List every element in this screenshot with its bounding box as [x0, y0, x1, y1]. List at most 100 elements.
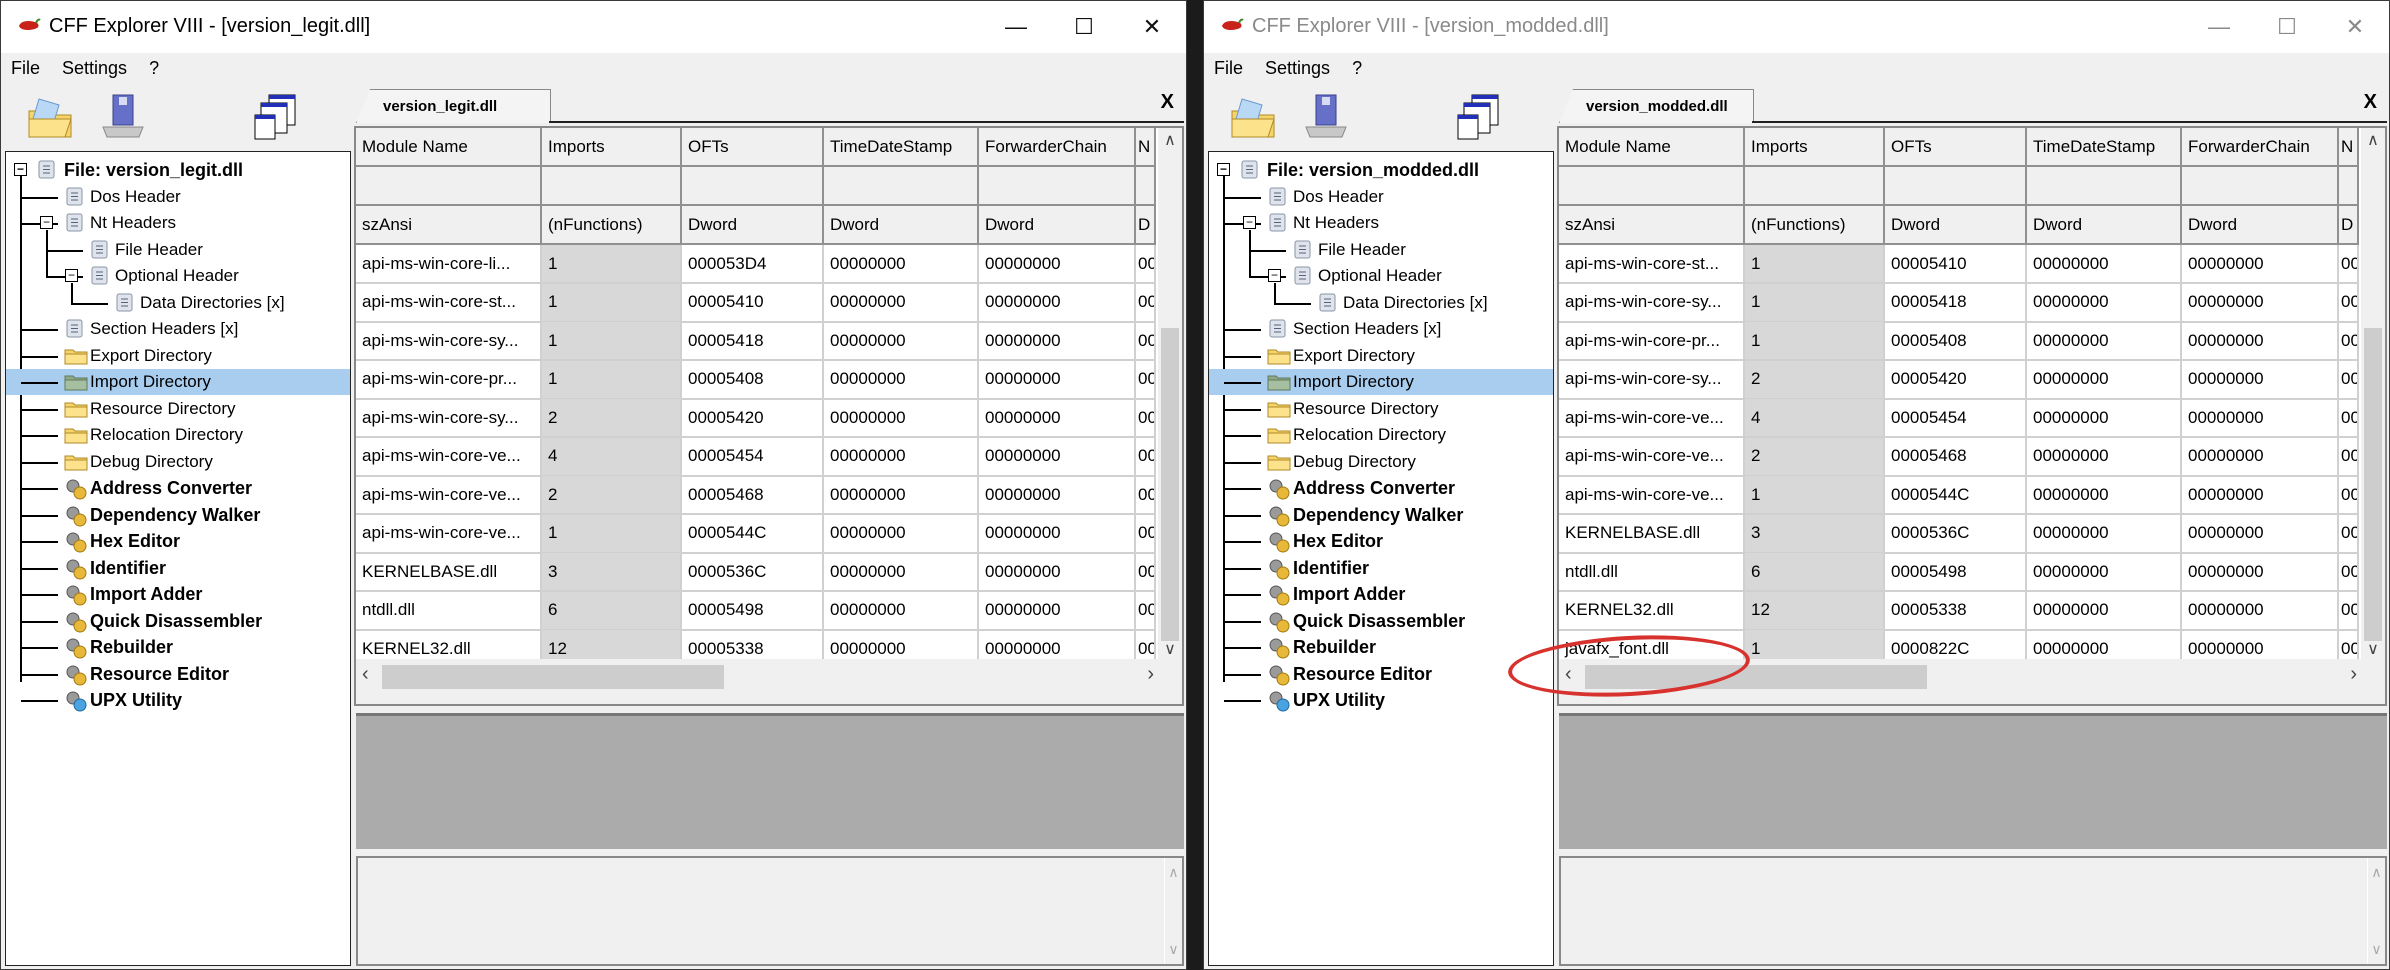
scroll-right-icon[interactable]: ›: [2350, 663, 2357, 686]
collapse-icon[interactable]: −: [40, 216, 53, 229]
scroll-thumb[interactable]: [2364, 328, 2382, 641]
title-bar[interactable]: CFF Explorer VIII - [version_legit.dll] …: [1, 1, 1186, 53]
table-cell[interactable]: 2: [1745, 437, 1885, 477]
table-row[interactable]: api-ms-win-core-li... 1 000053D4 00000000 00…: [356, 245, 1156, 284]
table-cell[interactable]: 4: [542, 437, 682, 477]
table-row[interactable]: api-ms-win-core-pr... 1 00005408 00000000 00…: [1559, 322, 2359, 361]
table-cell[interactable]: KERNEL32.dll: [1559, 591, 1745, 631]
column-header[interactable]: OFTs: [682, 128, 824, 167]
table-cell[interactable]: ntdll.dll: [1559, 553, 1745, 592]
vertical-scrollbar[interactable]: ∧ ∨: [2361, 128, 2385, 661]
open-file-button[interactable]: [25, 91, 77, 143]
table-row[interactable]: api-ms-win-core-ve... 2 00005468 00000000 00…: [1559, 437, 2359, 477]
navigation-tree[interactable]: − File: version_modded.dll Dos Header Nt…: [1208, 151, 1554, 966]
close-button[interactable]: ✕: [2321, 1, 2389, 53]
table-row[interactable]: api-ms-win-core-st... 1 00005410 00000000 00…: [1559, 245, 2359, 284]
table-cell[interactable]: 00000000: [979, 437, 1136, 477]
table-row[interactable]: KERNELBASE.dll 3 0000536C 00000000 00000000 0…: [356, 553, 1156, 592]
table-row[interactable]: KERNELBASE.dll 3 0000536C 00000000 00000000 0…: [1559, 514, 2359, 554]
table-cell[interactable]: 00000000: [2027, 514, 2182, 554]
table-cell[interactable]: 00000000: [824, 553, 979, 592]
table-cell[interactable]: 0000536C: [1885, 514, 2027, 554]
table-cell[interactable]: 00005418: [682, 322, 824, 361]
table-cell[interactable]: 00: [1136, 283, 1156, 323]
table-cell[interactable]: 00000000: [824, 322, 979, 361]
menu-item-settings[interactable]: Settings: [1265, 58, 1330, 79]
table-cell[interactable]: 1: [542, 245, 682, 284]
windows-button[interactable]: [249, 91, 301, 143]
vertical-scrollbar[interactable]: ∧ ∨: [1164, 858, 1182, 964]
document-tab[interactable]: version_modded.dll: [1559, 89, 1754, 123]
table-cell[interactable]: 00000000: [979, 245, 1136, 284]
table-cell[interactable]: 00: [1136, 322, 1156, 361]
table-cell[interactable]: 6: [1745, 553, 1885, 592]
table-row[interactable]: api-ms-win-core-ve... 2 00005468 00000000 00…: [356, 476, 1156, 515]
minimize-button[interactable]: —: [982, 1, 1050, 53]
table-cell[interactable]: api-ms-win-core-sy...: [356, 322, 542, 361]
table-cell[interactable]: 1: [1745, 283, 1885, 323]
table-cell[interactable]: api-ms-win-core-pr...: [1559, 322, 1745, 361]
table-cell[interactable]: 00005420: [1885, 360, 2027, 400]
maximize-button[interactable]: ☐: [1050, 1, 1118, 53]
open-file-button[interactable]: [1228, 91, 1280, 143]
menu-item-settings[interactable]: Settings: [62, 58, 127, 79]
collapse-icon[interactable]: −: [65, 269, 78, 282]
table-cell[interactable]: 000053D4: [682, 245, 824, 284]
table-cell[interactable]: ntdll.dll: [356, 591, 542, 631]
table-row[interactable]: api-ms-win-core-ve... 4 00005454 00000000 00…: [1559, 399, 2359, 438]
horizontal-scrollbar[interactable]: ‹ ›: [356, 659, 1182, 704]
table-cell[interactable]: 00000000: [824, 437, 979, 477]
table-cell[interactable]: 00: [2339, 322, 2359, 361]
table-cell[interactable]: 00000000: [2027, 283, 2182, 323]
table-cell[interactable]: 00005408: [682, 360, 824, 400]
table-cell[interactable]: api-ms-win-core-ve...: [356, 476, 542, 515]
collapse-icon[interactable]: −: [1243, 216, 1256, 229]
table-cell[interactable]: 2: [542, 399, 682, 438]
column-header[interactable]: Imports: [1745, 128, 1885, 167]
table-cell[interactable]: 00: [2339, 591, 2359, 631]
close-button[interactable]: ✕: [1118, 1, 1186, 53]
table-cell[interactable]: 00000000: [2182, 245, 2339, 284]
table-cell[interactable]: 4: [1745, 399, 1885, 438]
windows-button[interactable]: [1452, 91, 1504, 143]
table-row[interactable]: ntdll.dll 6 00005498 00000000 00000000 00: [1559, 553, 2359, 592]
menu-item-file[interactable]: File: [11, 58, 40, 79]
tree-item-data-directories[interactable]: Data Directories [x]: [1209, 290, 1553, 316]
table-cell[interactable]: 00005454: [1885, 399, 2027, 438]
column-header[interactable]: OFTs: [1885, 128, 2027, 167]
table-cell[interactable]: 00000000: [979, 399, 1136, 438]
table-cell[interactable]: KERNELBASE.dll: [356, 553, 542, 592]
table-cell[interactable]: api-ms-win-core-st...: [356, 283, 542, 323]
table-cell[interactable]: 00000000: [2182, 553, 2339, 592]
table-cell[interactable]: 00000000: [824, 360, 979, 400]
table-cell[interactable]: api-ms-win-core-ve...: [356, 514, 542, 554]
column-header[interactable]: TimeDateStamp: [824, 128, 979, 167]
scroll-thumb[interactable]: [1585, 665, 1927, 689]
column-header[interactable]: ForwarderChain: [979, 128, 1136, 167]
table-cell[interactable]: 00000000: [2027, 322, 2182, 361]
table-cell[interactable]: 00000000: [979, 476, 1136, 515]
table-cell[interactable]: api-ms-win-core-li...: [356, 245, 542, 284]
title-bar[interactable]: CFF Explorer VIII - [version_modded.dll]…: [1204, 1, 2389, 53]
document-tab[interactable]: version_legit.dll: [356, 89, 551, 123]
column-header[interactable]: Imports: [542, 128, 682, 167]
table-cell[interactable]: 0000544C: [682, 514, 824, 554]
table-cell[interactable]: 00: [2339, 283, 2359, 323]
table-cell[interactable]: api-ms-win-core-st...: [1559, 245, 1745, 284]
table-cell[interactable]: 00000000: [2182, 476, 2339, 515]
column-header[interactable]: TimeDateStamp: [2027, 128, 2182, 167]
table-row[interactable]: api-ms-win-core-sy... 1 00005418 00000000 00…: [1559, 283, 2359, 323]
table-cell[interactable]: api-ms-win-core-ve...: [356, 437, 542, 477]
import-directory-table[interactable]: Module Name Imports OFTs TimeDateStamp Forwa…: [354, 126, 1184, 706]
table-cell[interactable]: 6: [542, 591, 682, 631]
table-cell[interactable]: 00000000: [2182, 283, 2339, 323]
table-cell[interactable]: 00: [1136, 476, 1156, 515]
minimize-button[interactable]: —: [2185, 1, 2253, 53]
table-row[interactable]: api-ms-win-core-st... 1 00005410 00000000 00…: [356, 283, 1156, 323]
table-cell[interactable]: 00000000: [2182, 360, 2339, 400]
table-cell[interactable]: 00: [2339, 245, 2359, 284]
column-header[interactable]: N: [2339, 128, 2359, 167]
table-row[interactable]: ntdll.dll 6 00005498 00000000 00000000 00: [356, 591, 1156, 631]
table-cell[interactable]: 00005468: [682, 476, 824, 515]
collapse-icon[interactable]: −: [1268, 269, 1281, 282]
